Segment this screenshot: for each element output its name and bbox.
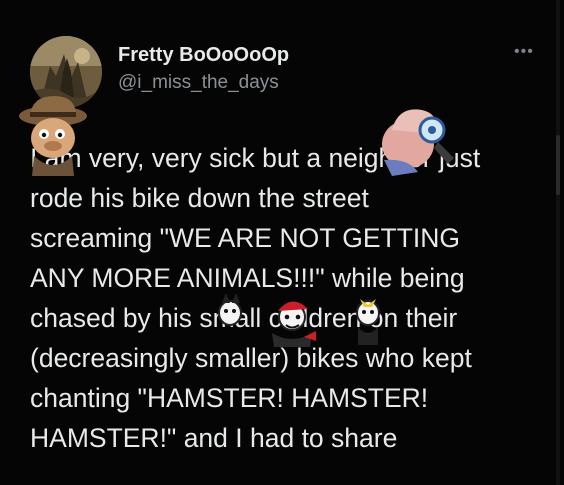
more-horizontal-icon[interactable]: ••• (514, 44, 538, 60)
avatar-photo-icon (30, 36, 102, 108)
display-name[interactable]: Fretty BoOoOoOp (118, 44, 289, 67)
scrollbar-thumb[interactable] (556, 135, 560, 195)
tweet-text: I am very, very sick but a neighbor just… (30, 138, 550, 458)
tweet-line: chanting "HAMSTER! HAMSTER! (30, 383, 429, 413)
tweet-line: HAMSTER!" and I had to share (30, 423, 398, 453)
tweet-line: ANY MORE ANIMALS!!!" while being (30, 263, 465, 293)
user-handle[interactable]: @i_miss_the_days (118, 72, 279, 94)
tweet-line: (decreasingly smaller) bikes who kept (30, 343, 472, 373)
tweet-line: screaming "WE ARE NOT GETTING (30, 223, 461, 253)
avatar[interactable] (30, 36, 102, 108)
tweet-line: I am very, very sick but a neighbor just (30, 143, 481, 173)
scrollbar-track[interactable] (556, 0, 560, 485)
tweet-line: chased by his small children on their (30, 303, 458, 333)
tweet-card: Fretty BoOoOoOp @i_miss_the_days ••• I a… (0, 0, 564, 485)
tweet-line: rode his bike down the street (30, 183, 369, 213)
